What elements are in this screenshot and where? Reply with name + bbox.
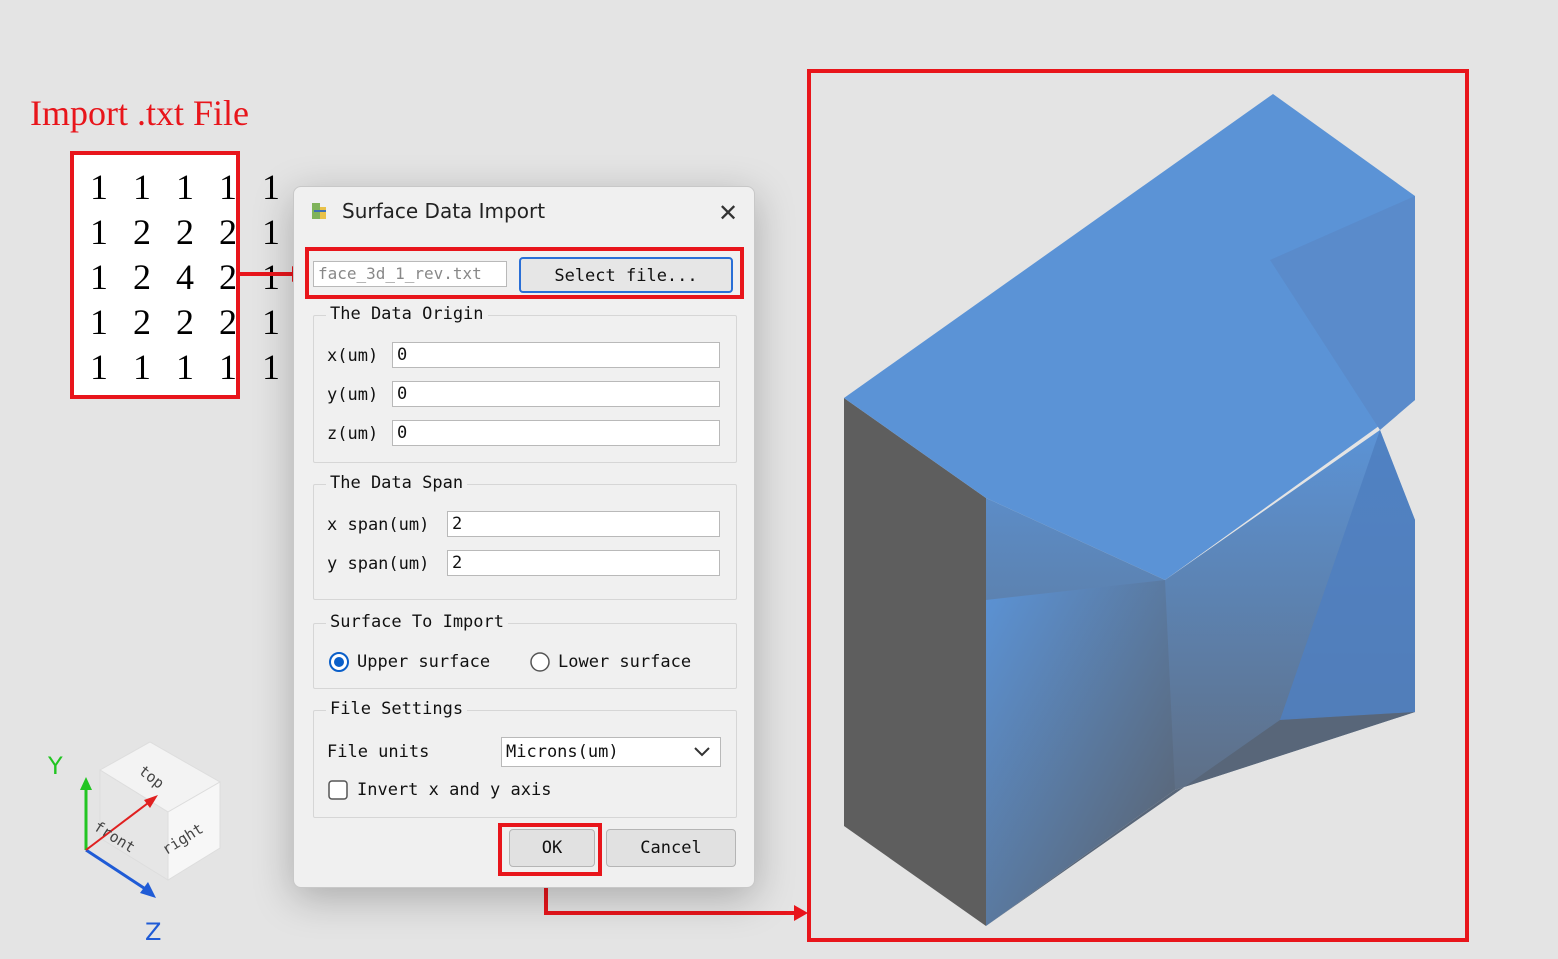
y-axis-label: Y <box>48 752 63 780</box>
orientation-cube[interactable] <box>40 730 240 950</box>
z-axis-label: Z <box>145 918 162 946</box>
front-face-lower <box>986 580 1175 926</box>
